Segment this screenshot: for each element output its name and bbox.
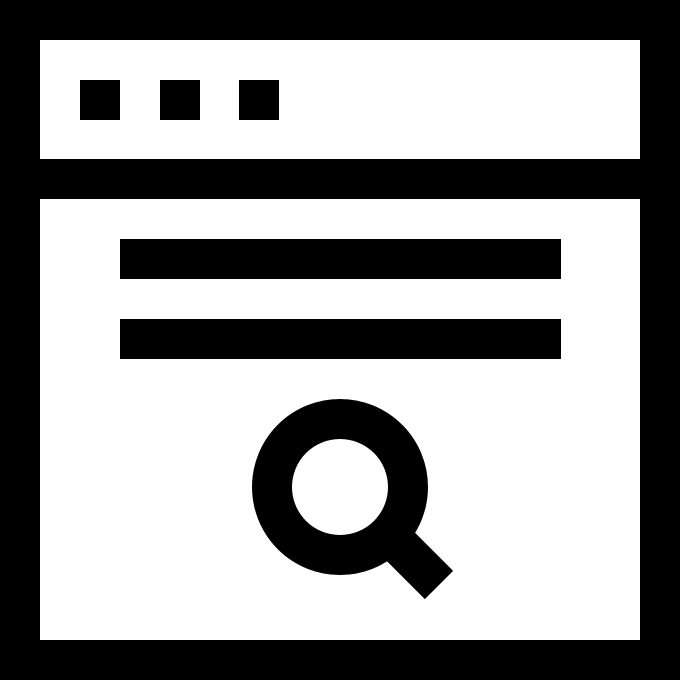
browser-content-area (40, 199, 640, 640)
magnifying-glass-icon (252, 399, 454, 600)
browser-search-icon (0, 0, 680, 680)
window-control-dot-1 (80, 80, 120, 120)
window-control-dot-3 (239, 80, 279, 120)
magnifier-lens (252, 399, 428, 575)
window-control-dot-2 (160, 80, 200, 120)
browser-title-bar (40, 40, 640, 159)
magnifier-handle (383, 529, 454, 600)
